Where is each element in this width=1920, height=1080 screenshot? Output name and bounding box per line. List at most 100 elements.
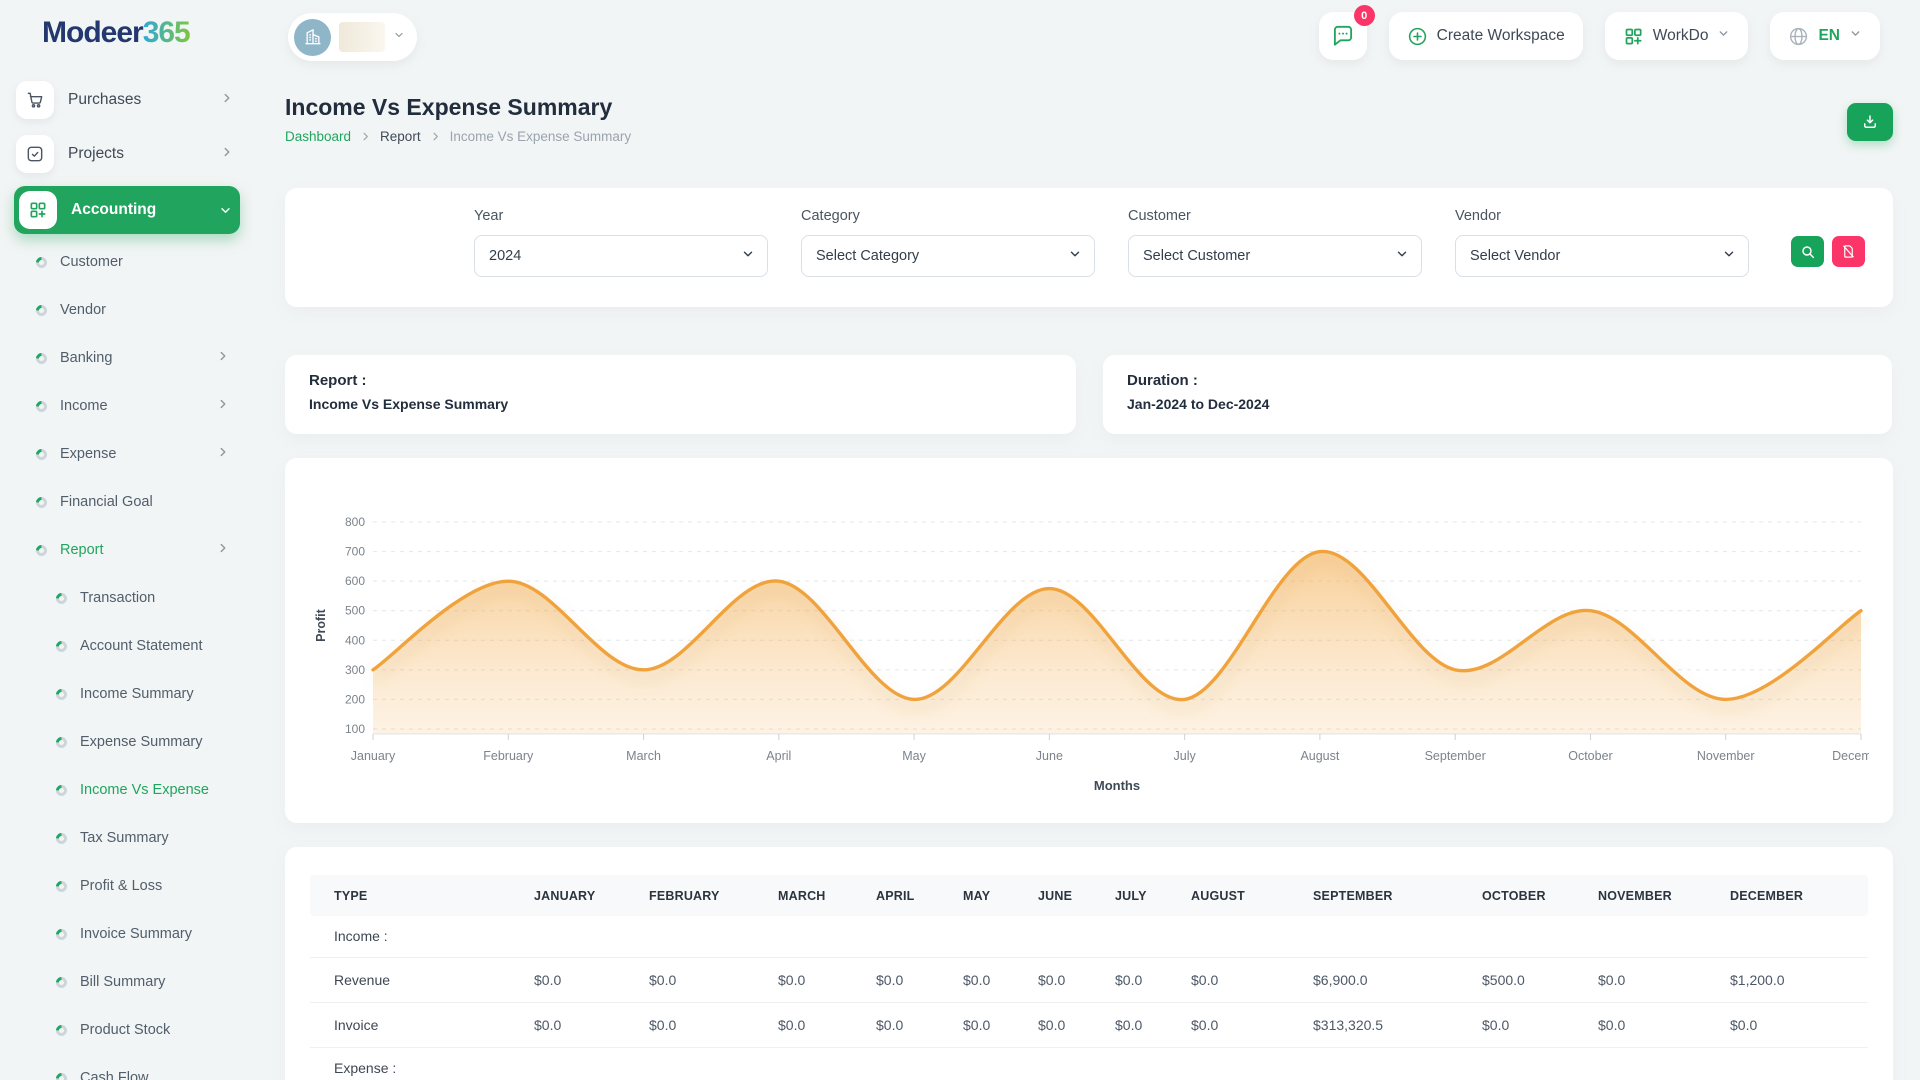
- sidebar-item-label: Expense: [60, 446, 117, 462]
- cell-value: $0.0: [1191, 957, 1313, 1003]
- chevron-down-icon: [1395, 247, 1409, 265]
- sidebar-item-label: Account Statement: [80, 638, 203, 654]
- donut-bullet-icon: [53, 590, 70, 606]
- sidebar-item-purchases[interactable]: Purchases: [16, 74, 238, 126]
- create-workspace-button[interactable]: Create Workspace: [1388, 12, 1583, 60]
- apply-filter-button[interactable]: [1791, 236, 1824, 267]
- download-icon: [1864, 115, 1876, 128]
- chevron-down-icon: [1068, 247, 1082, 265]
- cell-value: $0.0: [963, 957, 1038, 1003]
- donut-bullet-icon: [33, 350, 50, 366]
- column-header-november: NOVEMBER: [1598, 875, 1730, 916]
- workspace-selector[interactable]: [288, 13, 417, 61]
- cell-value: $0.0: [1038, 1002, 1115, 1048]
- language-selector[interactable]: EN: [1770, 12, 1880, 60]
- svg-text:June: June: [1036, 749, 1063, 763]
- sidebar-item-income-vs-expense[interactable]: Income Vs Expense: [16, 766, 238, 814]
- sidebar-item-label: Transaction: [80, 590, 156, 606]
- sidebar-item-accounting[interactable]: Accounting: [14, 186, 240, 234]
- vendor-select[interactable]: Select Vendor: [1455, 235, 1749, 277]
- column-header-march: MARCH: [778, 875, 876, 916]
- sidebar-item-invoice-summary[interactable]: Invoice Summary: [16, 910, 238, 958]
- sidebar-item-account-statement[interactable]: Account Statement: [16, 622, 238, 670]
- column-header-january: JANUARY: [534, 875, 649, 916]
- duration-summary-card: Duration : Jan-2024 to Dec-2024: [1103, 355, 1892, 434]
- chat-icon: [1333, 25, 1352, 46]
- sidebar: Purchases Projects Accounting Customer V…: [0, 72, 252, 1080]
- svg-text:700: 700: [345, 545, 365, 559]
- svg-text:400: 400: [345, 633, 365, 647]
- sidebar-item-projects[interactable]: Projects: [16, 126, 238, 182]
- sidebar-item-customer[interactable]: Customer: [16, 238, 238, 286]
- chevron-right-icon: [430, 131, 441, 142]
- sidebar-item-profit-loss[interactable]: Profit & Loss: [16, 862, 238, 910]
- donut-bullet-icon: [53, 686, 70, 702]
- breadcrumb: Dashboard Report Income Vs Expense Summa…: [285, 129, 631, 144]
- sidebar-item-financial-goal[interactable]: Financial Goal: [16, 478, 238, 526]
- cell-value: $0.0: [1115, 957, 1191, 1003]
- sidebar-item-expense[interactable]: Expense: [16, 430, 238, 478]
- language-code: EN: [1818, 27, 1840, 44]
- cell-value: $0.0: [1038, 957, 1115, 1003]
- sidebar-item-income-summary[interactable]: Income Summary: [16, 670, 238, 718]
- sidebar-item-tax-summary[interactable]: Tax Summary: [16, 814, 238, 862]
- chevron-right-icon: [216, 349, 230, 368]
- sidebar-item-report[interactable]: Report: [16, 526, 238, 574]
- sidebar-item-banking[interactable]: Banking: [16, 334, 238, 382]
- row-type: Invoice: [310, 1002, 534, 1048]
- table-section-row: Income :: [310, 916, 1868, 958]
- income-expense-table-grid: TYPE JANUARY FEBRUARY MARCH APRIL MAY JUNE JULY…: [310, 875, 1868, 1080]
- income-vs-expense-chart: 800 700 600 500 400 300 200 100 January February…: [309, 484, 1869, 816]
- income-expense-table: TYPE JANUARY FEBRUARY MARCH APRIL MAY JUNE JULY…: [310, 875, 1868, 1080]
- sidebar-item-cash-flow[interactable]: Cash Flow: [16, 1054, 238, 1080]
- report-value: Income Vs Expense Summary: [309, 396, 509, 412]
- cell-value: $0.0: [649, 1002, 778, 1048]
- column-header-type: TYPE: [310, 875, 534, 916]
- chevron-right-icon: [216, 541, 230, 560]
- cell-value: $500.0: [1482, 957, 1598, 1003]
- customer-select[interactable]: Select Customer: [1128, 235, 1422, 277]
- report-summary-card: Report : Income Vs Expense Summary: [285, 355, 1076, 434]
- year-field: Year 2024: [474, 208, 768, 277]
- sidebar-item-label: Projects: [68, 145, 124, 162]
- column-header-august: AUGUST: [1191, 875, 1313, 916]
- sidebar-item-vendor[interactable]: Vendor: [16, 286, 238, 334]
- workdo-menu-button[interactable]: WorkDo: [1604, 12, 1749, 60]
- chevron-down-icon: [1717, 27, 1730, 45]
- chevron-right-icon: [360, 131, 371, 142]
- year-label: Year: [474, 208, 504, 224]
- svg-text:600: 600: [345, 574, 365, 588]
- export-download-button[interactable]: [1847, 103, 1893, 141]
- cell-value: $6,900.0: [1313, 957, 1482, 1003]
- sidebar-item-income[interactable]: Income: [16, 382, 238, 430]
- cell-value: $0.0: [534, 957, 649, 1003]
- category-select[interactable]: Select Category: [801, 235, 1095, 277]
- brand-logo[interactable]: Modeer365: [42, 16, 191, 50]
- year-select[interactable]: 2024: [474, 235, 768, 277]
- svg-text:September: September: [1425, 749, 1486, 763]
- chevron-right-icon: [216, 397, 230, 416]
- globe-icon: [1790, 27, 1808, 45]
- sidebar-item-bill-summary[interactable]: Bill Summary: [16, 958, 238, 1006]
- search-icon: [1801, 245, 1814, 258]
- sidebar-item-expense-summary[interactable]: Expense Summary: [16, 718, 238, 766]
- svg-text:200: 200: [345, 692, 365, 706]
- duration-value: Jan-2024 to Dec-2024: [1127, 396, 1270, 412]
- chevron-down-icon: [393, 28, 405, 46]
- breadcrumb-dashboard[interactable]: Dashboard: [285, 129, 351, 144]
- table-row-invoice: Invoice $0.0 $0.0 $0.0 $0.0 $0.0 $0.0 $0.0 $0.0 $…: [310, 1002, 1868, 1048]
- customer-value: Select Customer: [1143, 248, 1251, 264]
- svg-text:July: July: [1174, 749, 1197, 763]
- reset-filter-button[interactable]: [1832, 236, 1865, 267]
- sidebar-item-product-stock[interactable]: Product Stock: [16, 1006, 238, 1054]
- svg-text:May: May: [902, 749, 926, 763]
- column-header-october: OCTOBER: [1482, 875, 1598, 916]
- sidebar-item-transaction[interactable]: Transaction: [16, 574, 238, 622]
- breadcrumb-report[interactable]: Report: [380, 129, 421, 144]
- column-header-april: APRIL: [876, 875, 963, 916]
- svg-text:100: 100: [345, 722, 365, 736]
- sidebar-item-label: Report: [60, 542, 104, 558]
- year-value: 2024: [489, 248, 522, 264]
- chat-button[interactable]: 0: [1318, 5, 1375, 60]
- check-square-icon: [27, 146, 43, 162]
